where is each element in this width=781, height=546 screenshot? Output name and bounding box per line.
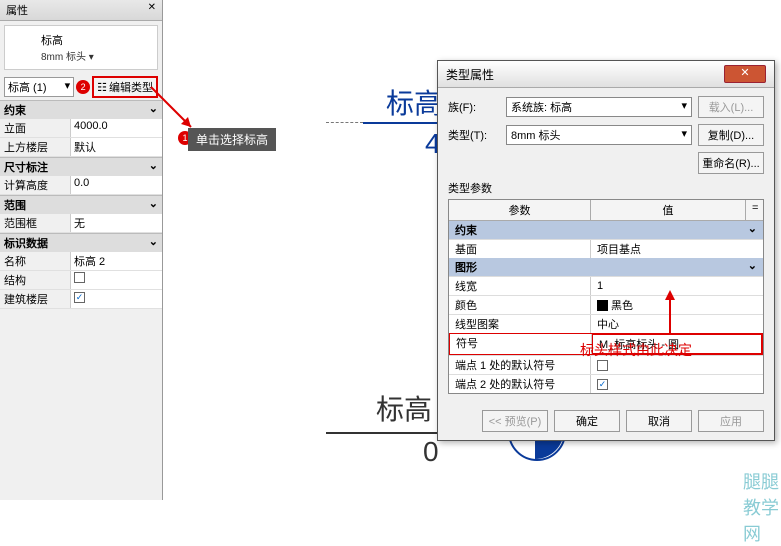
group-extents[interactable]: 范围⌄ [0, 195, 162, 214]
annotation-text: 标头样式由此决定 [580, 340, 692, 360]
prop-struct-key: 结构 [0, 271, 70, 289]
param-row-lw: 线宽1 [449, 276, 763, 295]
prop-bfloor-key: 建筑楼层 [0, 290, 70, 308]
apply-button[interactable]: 应用 [698, 410, 764, 432]
properties-panel: 属性 ✕ 标高 8mm 标头 ▾ 标高 (1)▾ 2 ☷编辑类型 约束⌄ 立面4… [0, 0, 163, 500]
param-group-constraints[interactable]: 约束⌄ [449, 221, 763, 239]
type-label: 类型(T): [448, 127, 500, 143]
preview-button[interactable]: << 预览(P) [482, 410, 548, 432]
prop-upper-val[interactable]: 默认 [70, 138, 162, 156]
param-table: 参数 值 = 约束⌄ 基面项目基点 图形⌄ 线宽1 颜色黑色 线型图案中心 符号… [448, 199, 764, 394]
dialog-title-text: 类型属性 [446, 66, 494, 83]
type-sub: 8mm 标头 ▾ [41, 48, 155, 63]
prop-bfloor-val[interactable]: ✓ [70, 290, 162, 308]
type-name: 标高 [41, 32, 155, 48]
prop-calc-val[interactable]: 0.0 [70, 176, 162, 194]
rename-button[interactable]: 重命名(R)... [698, 152, 764, 174]
callout-marker-2: 2 [76, 80, 90, 94]
type-selector-box[interactable]: 标高 8mm 标头 ▾ [4, 25, 158, 70]
type-combo[interactable]: 8mm 标头▾ [506, 125, 692, 145]
family-combo[interactable]: 系统族: 标高▾ [506, 97, 692, 117]
panel-title-text: 属性 [6, 2, 28, 18]
end1-checkbox[interactable] [597, 360, 608, 371]
type-properties-dialog: 类型属性 ✕ 族(F): 系统族: 标高▾ 载入(L)... 类型(T): 8m… [437, 60, 775, 441]
end2-checkbox[interactable]: ✓ [597, 379, 608, 390]
param-row-pattern: 线型图案中心 [449, 314, 763, 333]
instance-selector[interactable]: 标高 (1)▾ [4, 77, 74, 97]
prop-upper-key: 上方楼层 [0, 138, 70, 156]
panel-titlebar: 属性 ✕ [0, 0, 162, 21]
param-row-end2: 端点 2 处的默认符号✓ [449, 374, 763, 393]
hdr-value[interactable]: 值 [591, 200, 745, 220]
group-constraints[interactable]: 约束⌄ [0, 100, 162, 119]
param-header: 参数 值 = [449, 200, 763, 221]
color-swatch-icon [597, 300, 608, 311]
callout-arrow-1 [146, 82, 196, 132]
prop-scope-key: 范围框 [0, 214, 70, 232]
watermark-sub: 腿腿教学网 [743, 468, 781, 546]
prop-scope-val[interactable]: 无 [70, 214, 162, 232]
level2-line-ext [326, 122, 363, 123]
duplicate-button[interactable]: 复制(D)... [698, 124, 764, 146]
bfloor-checkbox[interactable]: ✓ [74, 292, 85, 303]
dialog-titlebar[interactable]: 类型属性 ✕ [438, 61, 774, 88]
struct-checkbox[interactable] [74, 272, 85, 283]
hdr-param[interactable]: 参数 [449, 200, 591, 220]
select-level-tooltip: 单击选择标高 [188, 128, 276, 151]
prop-calc-key: 计算高度 [0, 176, 70, 194]
panel-close-icon[interactable]: ✕ [148, 2, 156, 18]
cancel-button[interactable]: 取消 [626, 410, 692, 432]
family-label: 族(F): [448, 99, 500, 115]
ok-button[interactable]: 确定 [554, 410, 620, 432]
params-label: 类型参数 [448, 180, 764, 196]
group-dimensions[interactable]: 尺寸标注⌄ [0, 157, 162, 176]
group-identity[interactable]: 标识数据⌄ [0, 233, 162, 252]
callout-arrow-2 [660, 290, 680, 345]
dialog-close-button[interactable]: ✕ [724, 65, 766, 83]
prop-name-val[interactable]: 标高 2 [70, 252, 162, 270]
param-group-graphics[interactable]: 图形⌄ [449, 258, 763, 276]
prop-name-key: 名称 [0, 252, 70, 270]
param-row-color: 颜色黑色 [449, 295, 763, 314]
prop-elevation-key: 立面 [0, 119, 70, 137]
hdr-eq[interactable]: = [745, 200, 763, 220]
load-button: 载入(L)... [698, 96, 764, 118]
prop-struct-val[interactable] [70, 271, 162, 289]
param-row-base: 基面项目基点 [449, 239, 763, 258]
